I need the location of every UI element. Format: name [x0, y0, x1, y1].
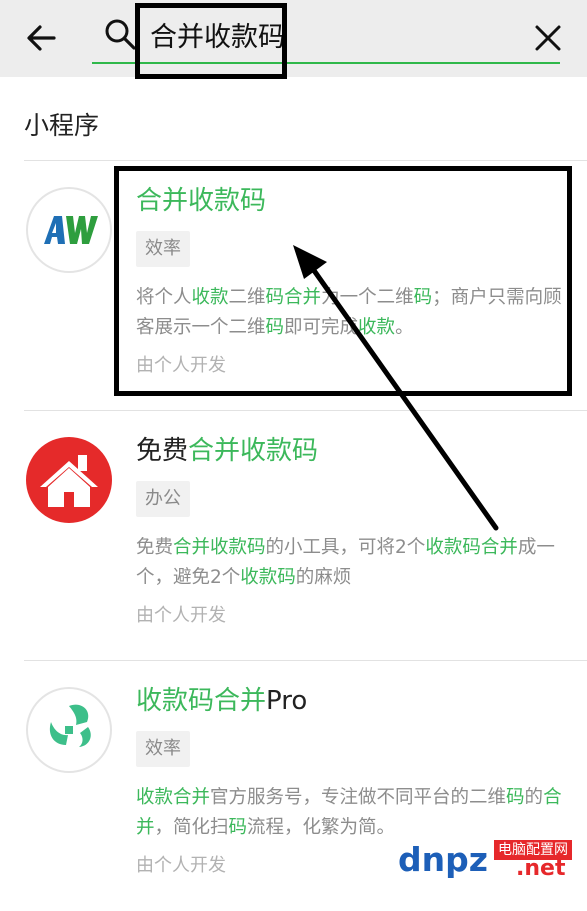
avatar-pro	[26, 687, 112, 773]
developer-label: 由个人开发	[136, 355, 226, 376]
desc-part: 收款合并	[136, 787, 211, 808]
title-part-1: 合并收款码	[136, 186, 267, 216]
section-title: 小程序	[24, 111, 100, 140]
desc-part: ，简化扫	[154, 817, 229, 838]
avatar-aw	[26, 187, 112, 273]
desc-part: 即可完成	[284, 317, 359, 338]
watermark-suffix: .net	[516, 856, 566, 881]
title-part-2: 合并收款码	[188, 436, 319, 466]
watermark-logo: dnpz	[398, 840, 488, 879]
result-item-2[interactable]: 免费合并收款码 办公 免费合并收款码的小工具，可将2个收款码合并成一个，避免2个…	[0, 411, 587, 661]
category-tag: 效率	[136, 731, 190, 767]
desc-part: 收款码	[240, 567, 296, 588]
desc-part: 免费	[136, 537, 174, 558]
desc-part: 流程，化繁为简。	[247, 817, 396, 838]
search-input[interactable]: 合并收款码	[150, 18, 285, 58]
desc-part: 收款码合并	[425, 537, 518, 558]
desc-part: 的小工具，可将2个	[265, 537, 426, 558]
result-title: 收款码合并Pro	[136, 683, 307, 719]
pinwheel-logo-icon	[49, 704, 91, 747]
result-title: 免费合并收款码	[136, 433, 318, 469]
desc-part: 官方服务号，专注做不同平台的二维	[210, 787, 507, 808]
result-item-1[interactable]: 合并收款码 效率 将个人收款二维码合并为一个二维码；商户只需向顾客展示一个二维码…	[0, 161, 587, 411]
category-tag: 效率	[136, 231, 190, 267]
result-description: 免费合并收款码的小工具，可将2个收款码合并成一个，避免2个收款码的麻烦	[136, 533, 566, 593]
title-part-1: 收款码合并	[136, 686, 267, 716]
result-description: 将个人收款二维码合并为一个二维码；商户只需向顾客展示一个二维码即可完成收款。	[136, 283, 566, 343]
watermark: dnpz 电脑配置网 .net	[398, 838, 583, 882]
result-title: 合并收款码	[136, 183, 266, 219]
desc-part: 为一个二维	[321, 287, 414, 308]
desc-part: 的麻烦	[295, 567, 352, 588]
back-arrow-icon[interactable]	[24, 20, 60, 56]
aw-logo-icon	[44, 216, 98, 244]
developer-label: 由个人开发	[136, 855, 226, 876]
close-icon[interactable]	[530, 20, 566, 56]
desc-part: 合并收款码	[173, 537, 266, 558]
desc-part: 收款	[191, 287, 229, 308]
desc-part: 码	[265, 317, 285, 338]
desc-part: 将个人	[136, 287, 192, 308]
result-description: 收款合并官方服务号，专注做不同平台的二维码的合并，简化扫码流程，化繁为简。	[136, 783, 566, 843]
avatar-house	[26, 437, 112, 523]
search-icon	[105, 19, 136, 50]
desc-part: 。	[395, 317, 414, 338]
desc-part: 收款	[358, 317, 396, 338]
category-tag: 办公	[136, 481, 190, 517]
desc-part: 码合并	[265, 287, 322, 308]
search-header: 合并收款码	[0, 0, 587, 77]
search-underline	[92, 62, 560, 64]
desc-part: 的	[524, 787, 544, 808]
desc-part: 码	[413, 287, 433, 308]
developer-label: 由个人开发	[136, 605, 226, 626]
title-part-2: Pro	[266, 686, 308, 716]
house-icon	[40, 455, 98, 507]
desc-part: 二维	[228, 287, 266, 308]
title-part-1: 免费	[136, 436, 189, 466]
desc-part: 码	[506, 787, 525, 808]
desc-part: 码	[228, 817, 248, 838]
